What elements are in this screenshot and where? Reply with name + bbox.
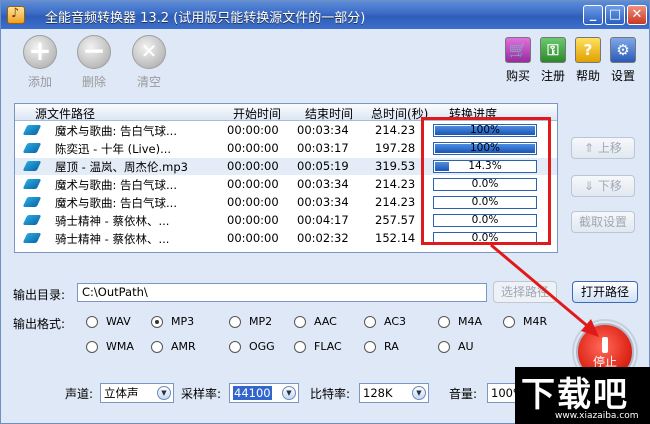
main-window: 全能音频转换器 13.2 (试用版只能转换源文件的一部分) _ □ ✕ + 添加… <box>0 0 650 424</box>
annotation-arrow <box>490 243 599 337</box>
watermark-text: 下载吧 <box>521 375 629 415</box>
watermark-url: www.xiazaiba.com <box>555 411 639 421</box>
watermark-logo: 下载吧 www.xiazaiba.com <box>515 367 650 424</box>
